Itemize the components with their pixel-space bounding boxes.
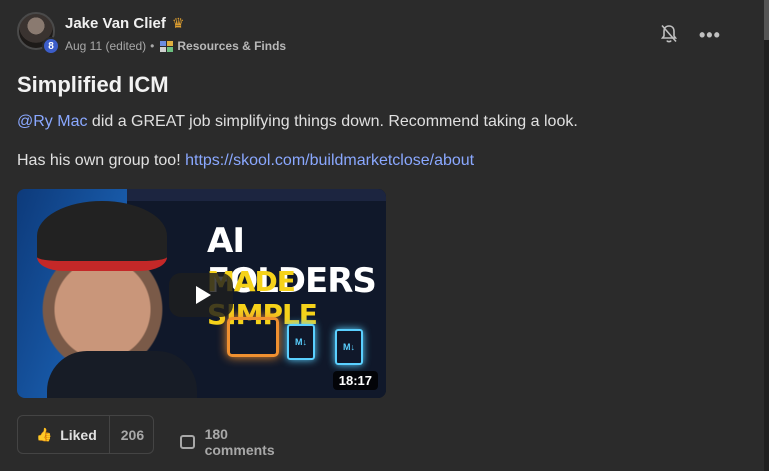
body1-text: did a GREAT job simplifying things down.… (87, 113, 578, 130)
comment-icon (180, 435, 195, 449)
post-body-line2: Has his own group too! https://skool.com… (17, 152, 474, 170)
play-icon (195, 286, 211, 304)
bell-off-icon[interactable] (660, 24, 678, 44)
post-meta: Aug 11 (edited) • Resources & Finds (65, 39, 286, 53)
video-presenter-cap (37, 201, 167, 271)
author-name[interactable]: Jake Van Clief (65, 15, 166, 32)
user-mention[interactable]: @Ry Mac (17, 113, 87, 130)
scrollbar-thumb[interactable] (764, 0, 769, 40)
group-link[interactable]: https://skool.com/buildmarketclose/about (185, 152, 474, 169)
video-presenter-shirt (47, 351, 197, 398)
markdown-file-icon: M↓ (335, 329, 363, 365)
meta-separator: • (150, 39, 155, 53)
like-group: 👍 Liked 206 (17, 415, 154, 454)
level-badge: 8 (42, 37, 60, 55)
post-body-line1: @Ry Mac did a GREAT job simplifying thin… (17, 113, 578, 131)
post-card: 8 Jake Van Clief ♛ Aug 11 (edited) • Res… (17, 12, 757, 458)
video-duration: 18:17 (332, 371, 378, 390)
body2-text: Has his own group too! (17, 152, 186, 169)
comments-button[interactable]: 180 comments (180, 426, 278, 458)
post-header: 8 Jake Van Clief ♛ Aug 11 (edited) • Res… (17, 12, 757, 62)
video-thumbnail[interactable]: AI FOLDERS MADE SIMPLE M↓ M↓ 18:17 (17, 189, 386, 398)
post-title: Simplified ICM (17, 72, 169, 97)
like-label: Liked (60, 426, 97, 443)
post-date[interactable]: Aug 11 (edited) (65, 39, 146, 53)
folder-icon (227, 317, 279, 357)
category-icon (160, 40, 174, 52)
author-name-row: Jake Van Clief ♛ (65, 15, 184, 32)
category-link[interactable]: Resources & Finds (177, 39, 286, 53)
scrollbar[interactable] (764, 0, 769, 471)
comments-count: 180 comments (204, 426, 275, 458)
crown-icon: ♛ (171, 15, 185, 31)
like-button[interactable]: 👍 Liked (18, 416, 110, 453)
thumbs-up-icon: 👍 (36, 426, 53, 442)
play-button[interactable] (169, 273, 233, 317)
like-count[interactable]: 206 (110, 427, 144, 443)
more-options-icon[interactable]: ••• (699, 25, 721, 46)
markdown-file-icon: M↓ (287, 324, 315, 360)
